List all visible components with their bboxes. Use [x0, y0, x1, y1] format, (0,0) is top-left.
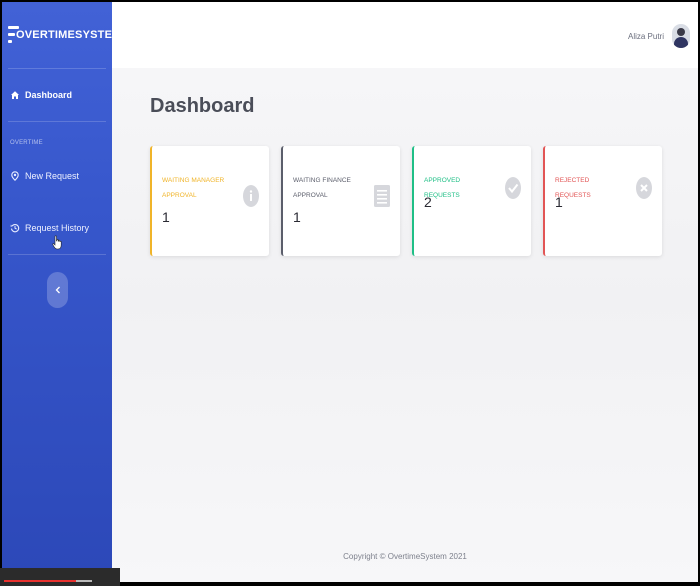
- chevron-left-icon: [55, 281, 61, 299]
- card-value: 1: [293, 209, 301, 225]
- card-label: APPROVED REQUESTS: [424, 177, 461, 199]
- video-progress-bar[interactable]: [0, 568, 120, 586]
- app-window: OVERTIMESYSTEM Dashboard OVERTIME New Re…: [2, 2, 698, 582]
- brand-title: OVERTIMESYSTEM: [16, 29, 122, 41]
- avatar[interactable]: [672, 24, 690, 48]
- card-waiting-manager-approval[interactable]: WAITING MANAGER APPROVAL 1: [150, 146, 269, 256]
- home-icon: [10, 90, 20, 100]
- card-label: REJECTED REQUESTS: [555, 177, 591, 199]
- close-icon: [635, 176, 653, 200]
- video-buffered: [76, 580, 92, 582]
- brand[interactable]: OVERTIMESYSTEM: [2, 2, 121, 68]
- topbar: Aliza Putri: [112, 2, 698, 68]
- sidebar-item-new-request[interactable]: New Request: [2, 150, 112, 202]
- mouse-pointer-icon: [52, 235, 64, 256]
- card-value: 1: [162, 209, 170, 225]
- sidebar-item-label: New Request: [25, 171, 80, 181]
- page-title: Dashboard: [150, 95, 255, 117]
- sidebar: OVERTIMESYSTEM Dashboard OVERTIME New Re…: [2, 2, 121, 582]
- info-icon: [242, 184, 260, 208]
- user-menu[interactable]: Aliza Putri: [628, 24, 690, 48]
- sidebar-item-dashboard[interactable]: Dashboard: [2, 69, 112, 121]
- footer-copyright: Copyright © OvertimeSystem 2021: [343, 552, 467, 561]
- card-label: WAITING FINANCE APPROVAL: [293, 177, 351, 199]
- sidebar-item-label: Request History: [25, 223, 90, 233]
- summary-cards: WAITING MANAGER APPROVAL 1 WAITING FINAN…: [150, 146, 662, 256]
- document-icon: [373, 184, 391, 208]
- card-waiting-finance-approval[interactable]: WAITING FINANCE APPROVAL 1: [281, 146, 400, 256]
- sidebar-toggle-button[interactable]: [47, 272, 68, 308]
- card-value: 2: [424, 194, 432, 210]
- history-icon: [10, 223, 20, 233]
- sidebar-section-heading: OVERTIME: [10, 140, 43, 146]
- user-name: Aliza Putri: [627, 31, 664, 41]
- card-rejected-requests[interactable]: REJECTED REQUESTS 1: [543, 146, 662, 256]
- pin-icon: [10, 171, 20, 181]
- video-progress-fill: [4, 580, 76, 582]
- main-content: Dashboard WAITING MANAGER APPROVAL 1 WAI…: [112, 68, 698, 582]
- card-approved-requests[interactable]: APPROVED REQUESTS 2: [412, 146, 531, 256]
- sidebar-item-label: Dashboard: [25, 90, 73, 100]
- card-value: 1: [555, 194, 563, 210]
- card-label: WAITING MANAGER APPROVAL: [162, 177, 225, 199]
- check-icon: [504, 176, 522, 200]
